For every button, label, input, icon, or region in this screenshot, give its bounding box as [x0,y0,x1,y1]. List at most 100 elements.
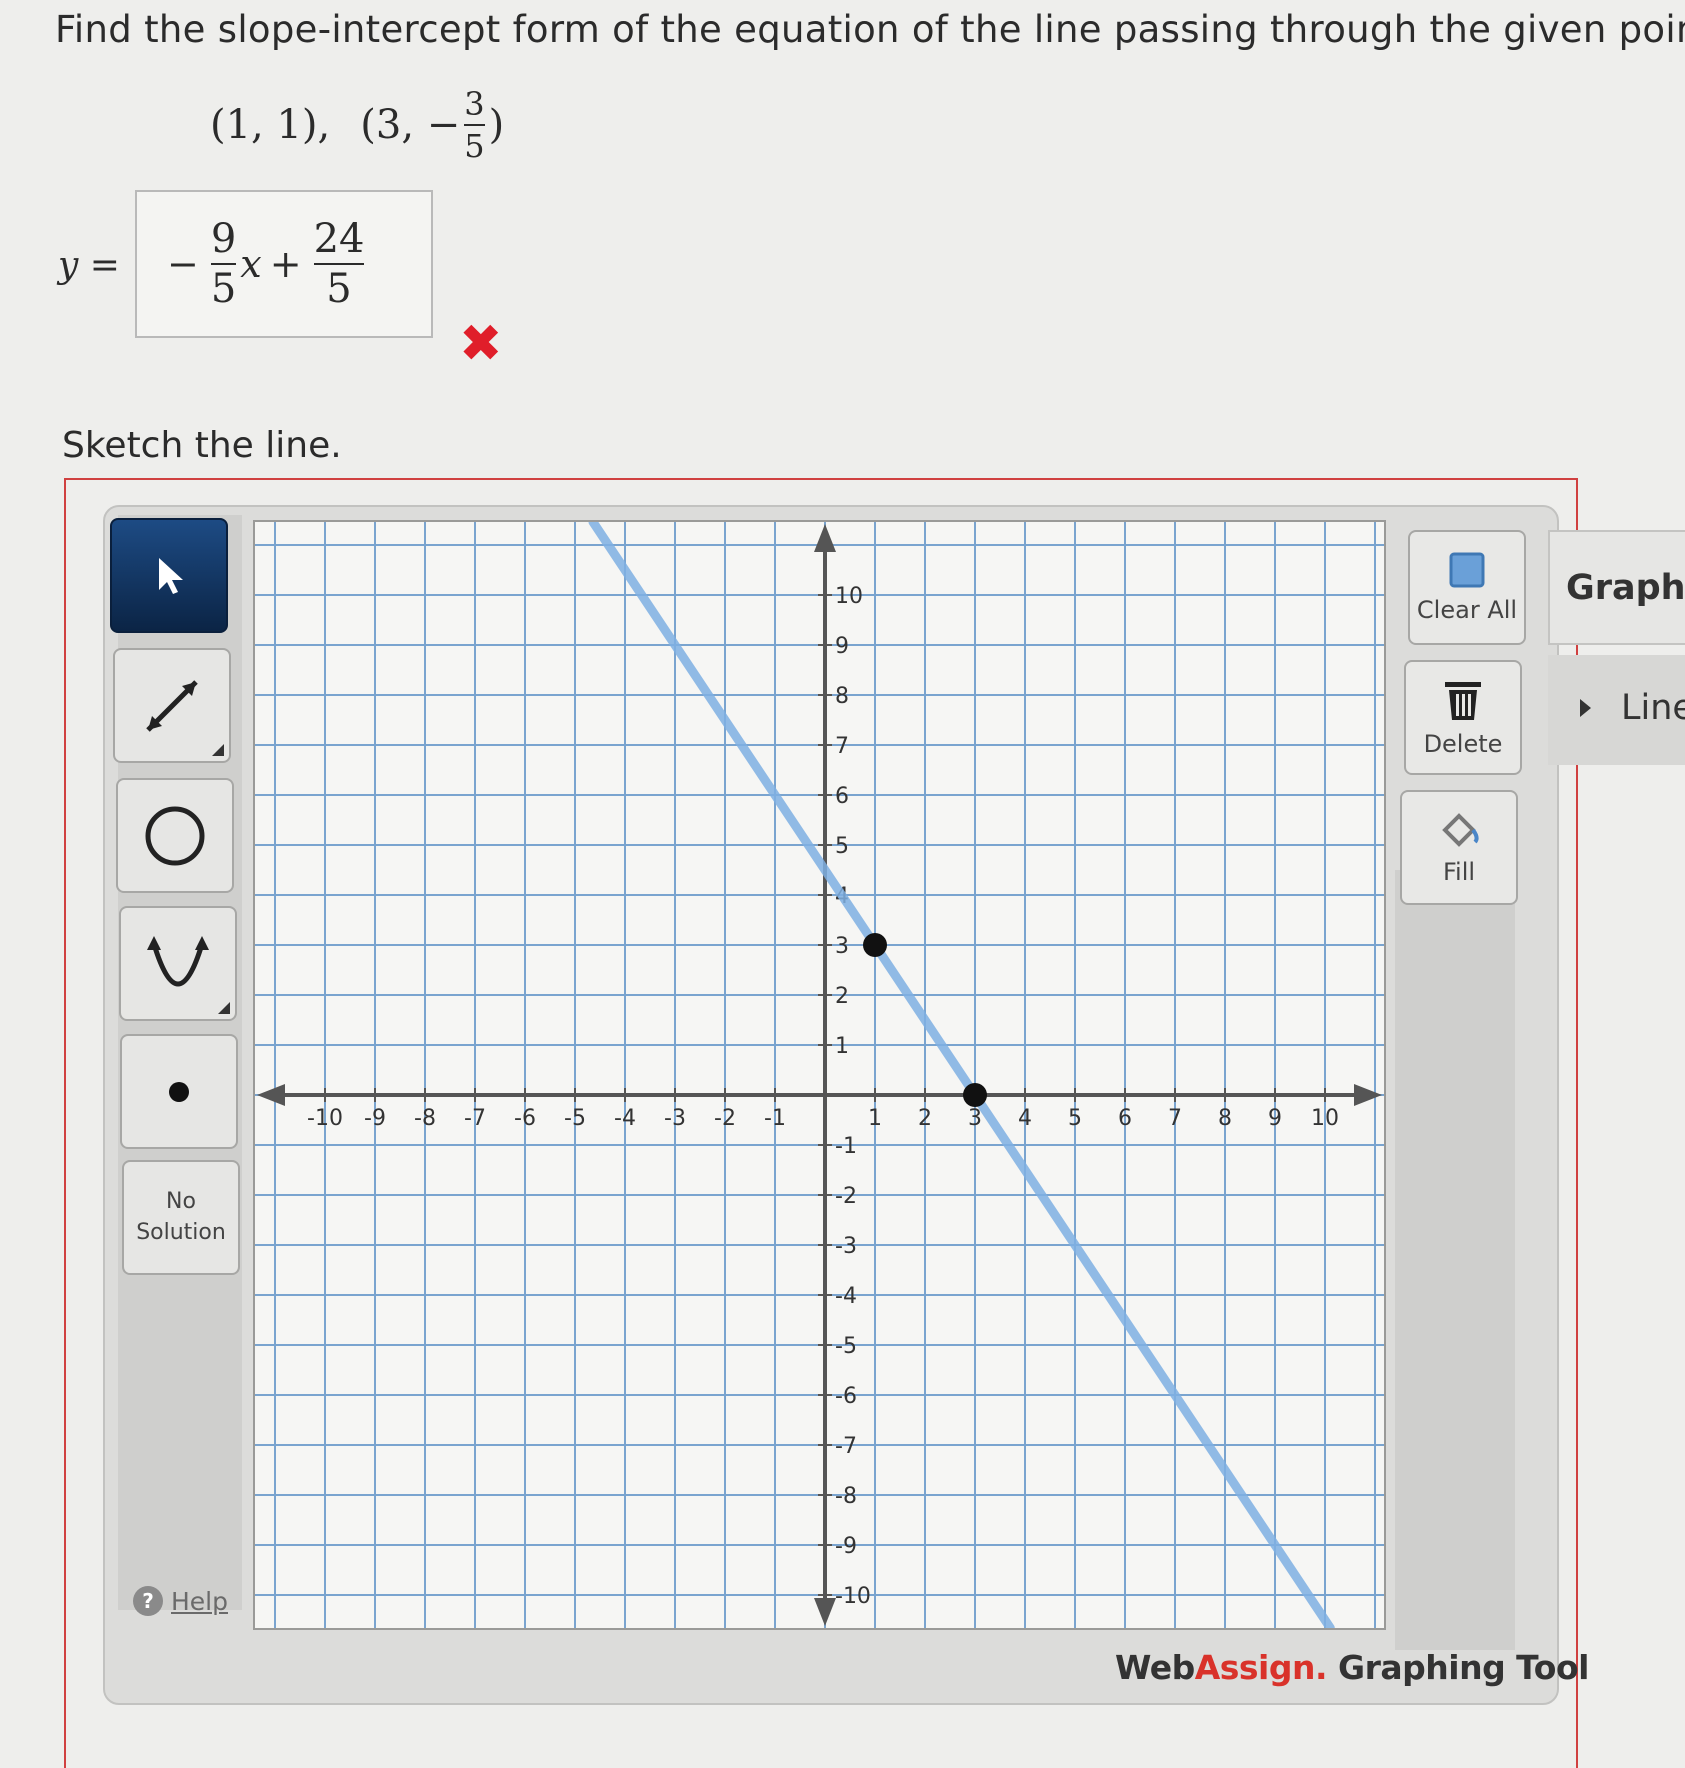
given-points: (1, 1), (3, − 3 5 ) [210,88,504,162]
x-tick-label: 10 [1311,1106,1339,1131]
answer-plus: + [269,242,302,286]
y-tick-label: -10 [835,1584,871,1609]
pointer-icon [159,557,183,594]
y-axis-bottom-arrow [814,1598,836,1626]
coordinate-plane[interactable]: -10 -9 -8 -7 -6 -5 -4 -3 -2 -1 1 2 3 4 5 6 7 8 9 10 -10 -9 -8 -… [255,517,1384,1633]
fill-label: Fill [1442,857,1476,886]
brand-suffix: Graphing Tool [1327,1648,1589,1687]
plotted-point [963,1083,987,1107]
x-axis-left-arrow [257,1084,285,1106]
point-two-numerator: 3 [464,85,485,123]
plotted-point [863,933,887,957]
x-tick-label: 1 [868,1106,882,1131]
parabola-tool-button[interactable] [119,906,237,1021]
y-tick-label: 6 [835,784,849,809]
y-axis-top-arrow [814,524,836,552]
webassign-brand: WebAssign. Graphing Tool [1115,1648,1589,1687]
graph-object-line[interactable]: Line [1580,688,1685,728]
x-tick-label: -7 [464,1106,486,1131]
help-link[interactable]: ? Help [133,1586,228,1616]
x-tick-label: 8 [1218,1106,1232,1131]
point-two-denominator: 5 [464,127,485,165]
no-solution-line1: No [166,1188,196,1214]
y-tick-label: 2 [835,984,849,1009]
x-tick-label: -8 [414,1106,436,1131]
slope-fraction: 9 5 [210,216,237,312]
graph-panel-title: Graph [1566,568,1685,608]
x-tick-label: -5 [564,1106,586,1131]
y-tick-label: -4 [835,1284,857,1309]
x-tick-label: -9 [364,1106,386,1131]
equation-lhs: y = [58,245,120,286]
no-solution-button[interactable]: No Solution [122,1160,240,1275]
y-tick-label: -5 [835,1334,857,1359]
y-tick-label: -8 [835,1484,857,1509]
point-one: (1, 1), [210,102,331,148]
clear-all-label: Clear All [1416,595,1518,624]
intercept-numerator: 24 [313,216,365,262]
y-tick-label: 10 [835,584,863,609]
x-tick-label: -6 [514,1106,536,1131]
help-icon: ? [133,1586,163,1616]
line-tool-icon [146,679,198,732]
y-tick-label: -2 [835,1184,857,1209]
parabola-tool-icon [147,935,209,986]
answer-input[interactable]: − 9 5 x + 24 5 [135,190,433,338]
y-tick-label: 9 [835,634,849,659]
delete-button[interactable]: Delete [1404,660,1522,775]
graph-canvas[interactable]: -10 -9 -8 -7 -6 -5 -4 -3 -2 -1 1 2 3 4 5 6 7 8 9 10 -10 -9 -8 -… [253,517,1386,1633]
x-axis-right-arrow [1354,1084,1382,1106]
x-tick-label: -2 [714,1106,736,1131]
select-tool-button[interactable] [110,518,228,633]
circle-tool-button[interactable] [116,778,234,893]
x-tick-label: 5 [1068,1106,1082,1131]
intercept-denominator: 5 [326,266,352,312]
clear-all-button[interactable]: Clear All [1408,530,1526,645]
sketch-label: Sketch the line. [62,425,342,466]
expand-triangle-icon [1580,699,1591,717]
slope-numerator: 9 [210,216,237,262]
x-tick-label: -4 [614,1106,636,1131]
action-column [1395,870,1515,1650]
y-tick-label: 3 [835,934,849,959]
help-label: Help [171,1586,228,1616]
delete-label: Delete [1423,729,1503,758]
point-two-open: (3, − [360,102,461,148]
fill-button[interactable]: Fill [1400,790,1518,905]
x-tick-label: 6 [1118,1106,1132,1131]
plotted-line [588,517,1335,1633]
intercept-fraction: 24 5 [313,216,365,312]
x-tick-label: -3 [664,1106,686,1131]
slope-denominator: 5 [210,266,237,312]
fill-bucket-icon [1442,812,1479,847]
point-two-close: ) [488,102,505,148]
y-tick-label: 5 [835,834,849,859]
y-tick-label: -6 [835,1384,857,1409]
x-tick-label: 9 [1268,1106,1282,1131]
x-tick-label: 4 [1018,1106,1032,1131]
line-tool-button[interactable] [113,648,231,763]
y-tick-label: -9 [835,1534,857,1559]
y-tick-label: -3 [835,1234,857,1259]
y-tick-label: -7 [835,1434,857,1459]
y-tick-label: 1 [835,1034,849,1059]
x-tick-label: 7 [1168,1106,1182,1131]
answer-minus: − [167,242,199,286]
question-text: Find the slope-intercept form of the equ… [55,8,1685,51]
brand-assign: Assign. [1194,1648,1328,1687]
answer-x: x [240,242,262,286]
point-two-fraction: 3 5 [464,85,485,165]
circle-tool-icon [145,806,205,865]
no-solution-line2: Solution [136,1219,226,1245]
incorrect-x-icon: ✖ [459,314,503,374]
x-tick-label: -1 [764,1106,786,1131]
trash-icon [1445,681,1481,720]
brand-web: Web [1115,1648,1195,1687]
y-tick-label: 8 [835,684,849,709]
x-tick-label: 2 [918,1106,932,1131]
x-tick-label: -10 [307,1106,343,1131]
point-tool-button[interactable] [120,1034,238,1149]
graph-object-line-label: Line [1621,688,1685,728]
y-tick-label: 7 [835,734,849,759]
clear-all-icon [1449,552,1485,587]
